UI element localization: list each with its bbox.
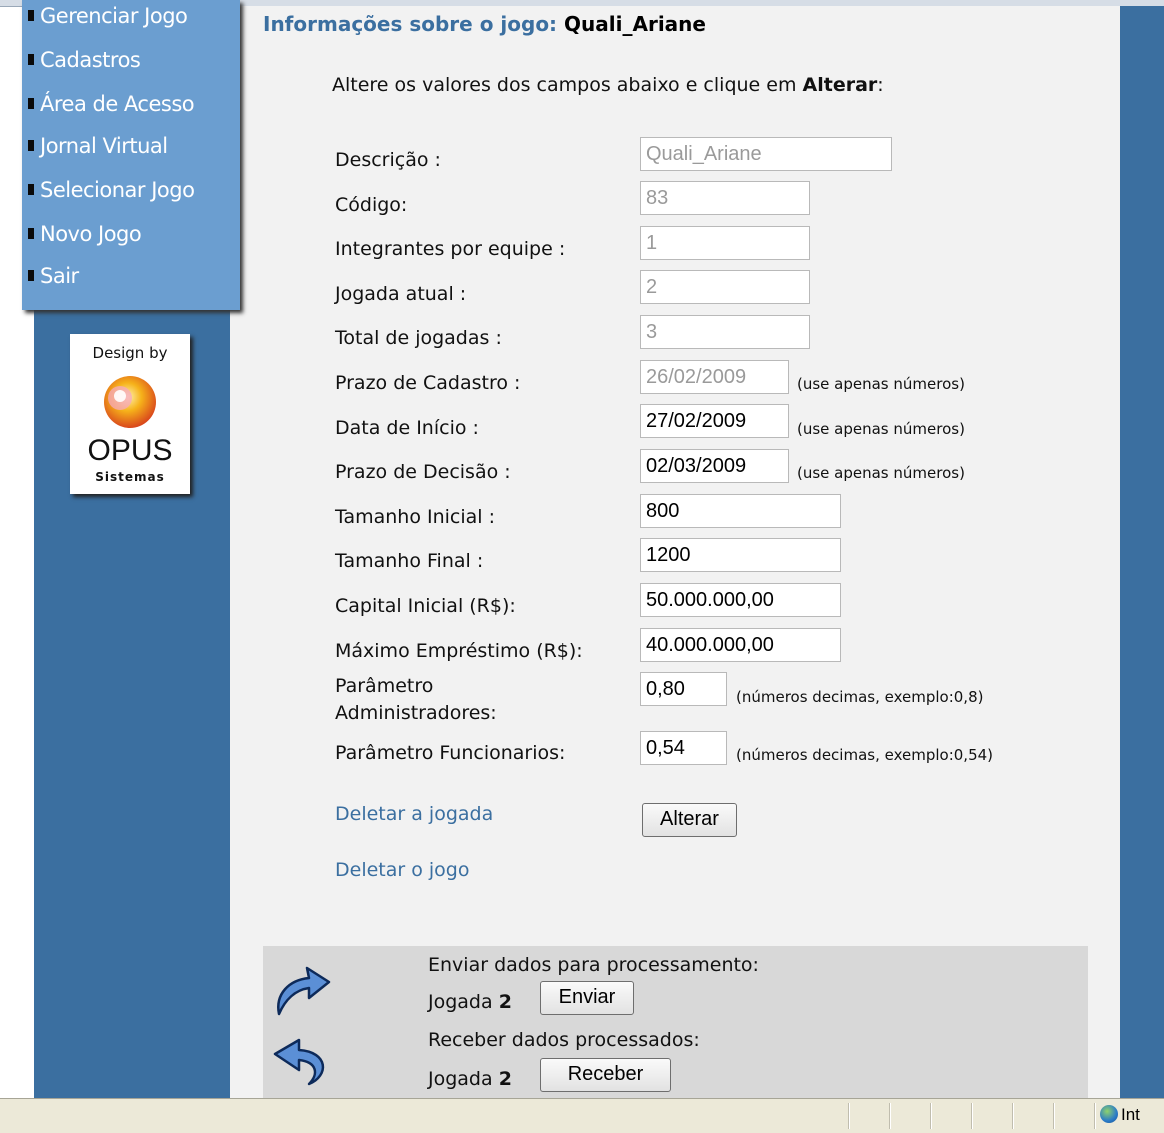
- opus-sub-text: Sistemas: [95, 470, 165, 484]
- prazo-cadastro-field[interactable]: 26/02/2009: [640, 360, 789, 394]
- integrantes-label: Integrantes por equipe :: [335, 238, 566, 260]
- maximo-emprestimo-label: Máximo Empréstimo (R$):: [335, 640, 583, 662]
- prazo-decisao-hint: (use apenas números): [797, 464, 965, 482]
- receive-label: Receber dados processados:: [428, 1029, 700, 1051]
- tamanho-final-field[interactable]: 1200: [640, 538, 841, 572]
- bullet-icon: [28, 184, 34, 195]
- bullet-icon: [28, 228, 34, 239]
- delete-game-link[interactable]: Deletar o jogo: [335, 859, 469, 881]
- status-separator: [930, 1103, 932, 1129]
- menu-item-label: Jornal Virtual: [40, 134, 168, 158]
- menu-item-jornal-virtual[interactable]: Jornal Virtual: [28, 134, 168, 164]
- send-play-number: 2: [498, 991, 512, 1013]
- param-admin-label-line1: Parâmetro: [335, 675, 434, 697]
- prazo-decisao-field[interactable]: 02/03/2009: [640, 449, 789, 483]
- tamanho-final-label: Tamanho Final :: [335, 550, 484, 572]
- menu-item-label: Novo Jogo: [40, 222, 142, 246]
- capital-inicial-label: Capital Inicial (R$):: [335, 595, 516, 617]
- param-admin-hint: (números decimas, exemplo:0,8): [736, 688, 984, 706]
- prazo-decisao-label: Prazo de Decisão :: [335, 461, 511, 483]
- param-func-hint: (números decimas, exemplo:0,54): [736, 746, 994, 764]
- opus-brand-text: OPUS: [87, 434, 173, 467]
- globe-icon: [1100, 1105, 1118, 1123]
- tamanho-inicial-label: Tamanho Inicial :: [335, 506, 496, 528]
- instruction-body: Altere os valores dos campos abaixo e cl…: [332, 74, 797, 96]
- opus-logo: Design by OPUS Sistemas: [70, 334, 190, 494]
- param-func-label: Parâmetro Funcionarios:: [335, 742, 566, 764]
- receive-play-text: Jogada 2: [428, 1068, 512, 1090]
- page-title-prefix: Informações sobre o jogo:: [263, 12, 558, 36]
- receive-play-prefix: Jogada: [428, 1068, 493, 1090]
- design-by-label: Design by: [92, 344, 168, 362]
- jogada-atual-field[interactable]: 2: [640, 270, 810, 304]
- capital-inicial-field[interactable]: 50.000.000,00: [640, 583, 841, 617]
- send-play-prefix: Jogada: [428, 991, 493, 1013]
- instruction-text: Altere os valores dos campos abaixo e cl…: [332, 74, 884, 96]
- right-sidebar: [1120, 6, 1164, 1098]
- param-func-field[interactable]: 0,54: [640, 731, 727, 765]
- descricao-label: Descrição :: [335, 149, 441, 171]
- menu-item-sair[interactable]: Sair: [28, 264, 79, 294]
- status-separator: [1012, 1103, 1014, 1129]
- delete-play-link[interactable]: Deletar a jogada: [335, 803, 493, 825]
- data-inicio-field[interactable]: 27/02/2009: [640, 404, 789, 438]
- integrantes-field[interactable]: 1: [640, 226, 810, 260]
- jogada-atual-label: Jogada atual :: [335, 283, 467, 305]
- menu-item-cadastros[interactable]: Cadastros: [28, 48, 141, 78]
- bullet-icon: [28, 98, 34, 109]
- menu-item-label: Gerenciar Jogo: [40, 4, 188, 28]
- prazo-cadastro-hint: (use apenas números): [797, 375, 965, 393]
- maximo-emprestimo-field[interactable]: 40.000.000,00: [640, 628, 841, 662]
- nav-menu: Gerenciar Jogo Cadastros Área de Acesso …: [22, 0, 240, 310]
- internet-zone: Int: [1100, 1105, 1140, 1125]
- send-play-text: Jogada 2: [428, 991, 512, 1013]
- total-jogadas-field[interactable]: 3: [640, 315, 810, 349]
- data-inicio-label: Data de Início :: [335, 417, 479, 439]
- bullet-icon: [28, 140, 34, 151]
- receive-play-number: 2: [498, 1068, 512, 1090]
- bullet-icon: [28, 54, 34, 65]
- menu-item-label: Área de Acesso: [40, 92, 195, 116]
- codigo-field[interactable]: 83: [640, 181, 810, 215]
- page-title: Informações sobre o jogo: Quali_Ariane: [263, 12, 706, 36]
- total-jogadas-label: Total de jogadas :: [335, 327, 502, 349]
- send-label: Enviar dados para processamento:: [428, 954, 759, 976]
- prazo-cadastro-label: Prazo de Cadastro :: [335, 372, 521, 394]
- menu-item-gerenciar-jogo[interactable]: Gerenciar Jogo: [28, 4, 188, 34]
- receber-button[interactable]: Receber: [540, 1058, 671, 1092]
- alterar-button[interactable]: Alterar: [642, 803, 737, 837]
- param-admin-field[interactable]: 0,80: [640, 672, 727, 706]
- menu-item-label: Sair: [40, 264, 79, 288]
- bullet-icon: [28, 10, 34, 21]
- menu-item-selecionar-jogo[interactable]: Selecionar Jogo: [28, 178, 195, 208]
- menu-item-label: Cadastros: [40, 48, 141, 72]
- zone-text: Int: [1121, 1105, 1140, 1124]
- codigo-label: Código:: [335, 194, 408, 216]
- send-arrow-icon: [277, 966, 331, 1016]
- enviar-button[interactable]: Enviar: [540, 981, 634, 1015]
- opus-logo-icon: [104, 376, 156, 428]
- status-separator: [971, 1103, 973, 1129]
- status-separator: [848, 1103, 850, 1129]
- menu-item-novo-jogo[interactable]: Novo Jogo: [28, 222, 142, 252]
- status-separator: [1053, 1103, 1055, 1129]
- status-bar: Int: [0, 1098, 1164, 1133]
- descricao-field[interactable]: Quali_Ariane: [640, 137, 892, 171]
- game-name: Quali_Ariane: [564, 12, 706, 36]
- instruction-suffix: :: [877, 74, 884, 96]
- status-separator: [889, 1103, 891, 1129]
- menu-item-label: Selecionar Jogo: [40, 178, 195, 202]
- receive-arrow-icon: [273, 1038, 325, 1086]
- status-separator: [1094, 1103, 1096, 1129]
- data-inicio-hint: (use apenas números): [797, 420, 965, 438]
- bullet-icon: [28, 270, 34, 281]
- param-admin-label-line2: Administradores:: [335, 702, 497, 724]
- instruction-action: Alterar: [802, 74, 878, 96]
- menu-item-area-de-acesso[interactable]: Área de Acesso: [28, 92, 195, 122]
- tamanho-inicial-field[interactable]: 800: [640, 494, 841, 528]
